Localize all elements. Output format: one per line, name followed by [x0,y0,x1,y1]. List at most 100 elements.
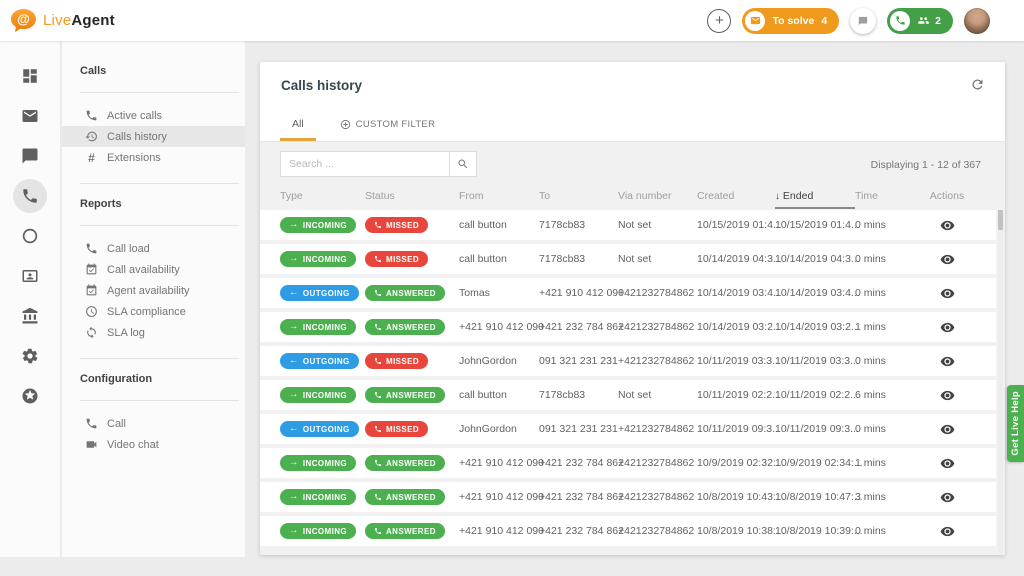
add-button[interactable]: + [707,8,732,33]
sidebar-item-label: Calls history [107,130,167,143]
outgoing-arrow-icon: ← [289,423,299,435]
table-row[interactable]: ← OUTGOING ANSWERED Tomas +421 910 412 090 +4… [260,278,996,308]
rail-item-contacts[interactable] [0,256,61,296]
phone-icon [85,109,98,122]
sidebar-item-call-availability[interactable]: Call availability [62,259,245,280]
sidebar-item-active-calls[interactable]: Active calls [62,105,245,126]
rail-item-chat[interactable] [0,136,61,176]
tab-custom-filter[interactable]: CUSTOM FILTER [328,110,448,141]
incoming-arrow-icon: → [289,219,299,231]
column-header-to[interactable]: To [539,187,618,209]
view-call-button[interactable] [940,320,955,335]
table-scrollbar[interactable] [998,210,1003,553]
cell-created: 10/11/2019 03:3... [697,355,781,367]
rail-item-dashboard[interactable] [0,56,61,96]
sidebar-item-extensions[interactable]: # Extensions [62,147,245,168]
rail-item-bank[interactable] [0,296,61,336]
mail-icon [13,99,47,133]
chats-button[interactable] [850,7,877,34]
view-call-button[interactable] [940,218,955,233]
to-solve-count: 4 [821,14,828,27]
calls-button[interactable]: 2 [887,7,953,34]
call-type-badge: → INCOMING [280,319,356,335]
rail-item-phone[interactable] [0,176,61,216]
sidebar-item-label: Call load [107,242,150,255]
sidebar-divider [80,225,239,226]
view-call-button[interactable] [940,354,955,369]
cell-from: +421 910 412 090 [459,321,544,333]
rail-item-star[interactable] [0,376,61,416]
sidebar-item-label: Active calls [107,109,163,122]
call-type-badge: → INCOMING [280,217,356,233]
bank-icon [13,299,47,333]
user-avatar[interactable] [964,7,990,34]
cell-created: 10/8/2019 10:38:... [697,525,785,537]
refresh-button[interactable] [970,77,985,92]
column-header-status[interactable]: Status [365,187,459,209]
phone-icon [85,417,98,430]
column-header-time[interactable]: Time [855,187,918,209]
cell-to: +421 232 784 862 [539,491,624,503]
cell-ended: 10/9/2019 02:34:... [775,457,863,469]
sidebar-section-title-reports: Reports [80,198,122,210]
cell-to: +421 910 412 090 [539,287,624,299]
table-row[interactable]: ← OUTGOING MISSED JohnGordon 091 321 231 231… [260,346,996,376]
rail-item-settings[interactable] [0,336,61,376]
topbar-controls: + To solve 4 2 [707,7,990,34]
view-call-button[interactable] [940,388,955,403]
table-row[interactable]: ← OUTGOING MISSED JohnGordon 091 321 231 231… [260,414,996,444]
table-row[interactable]: → INCOMING MISSED call button 7178cb83 Not se… [260,210,996,240]
sidebar-item-video-chat[interactable]: Video chat [62,434,245,455]
cell-created: 10/11/2019 02:2... [697,389,781,401]
cell-from: call button [459,219,507,231]
view-call-button[interactable] [940,490,955,505]
cell-time: 1 mins [855,457,886,469]
sidebar-item-label: Call [107,417,126,430]
sidebar-item-sla-log[interactable]: SLA log [62,322,245,343]
phone-icon [374,221,382,229]
sidebar-item-sla-compliance[interactable]: SLA compliance [62,301,245,322]
view-call-button[interactable] [940,422,955,437]
table-row[interactable]: → INCOMING ANSWERED +421 910 412 090 +421 23… [260,516,996,546]
sidebar-item-label: SLA log [107,326,145,339]
cell-created: 10/14/2019 03:2... [697,321,782,333]
view-call-button[interactable] [940,286,955,301]
search-button[interactable] [450,151,477,177]
table-row[interactable]: → INCOMING ANSWERED +421 910 412 090 +421 23… [260,312,996,342]
column-header-from[interactable]: From [459,187,539,209]
cell-to: +421 232 784 862 [539,457,624,469]
column-header-created[interactable]: Created [697,187,775,209]
scrollbar-thumb[interactable] [998,210,1003,230]
cell-to: 091 321 231 231 [539,355,618,367]
search-input[interactable] [280,151,450,177]
view-call-button[interactable] [940,524,955,539]
column-header-type[interactable]: Type [280,187,365,209]
hash-icon: # [88,150,95,165]
svg-text:@: @ [17,12,30,27]
view-call-button[interactable] [940,252,955,267]
tab-all[interactable]: All [280,110,316,141]
incoming-arrow-icon: → [289,253,299,265]
to-solve-button[interactable]: To solve 4 [742,7,840,34]
get-live-help-button[interactable]: Get Live Help [1007,385,1024,462]
cell-created: 10/11/2019 09:3... [697,423,781,435]
column-header-ended[interactable]: ↓ Ended [775,187,855,209]
rail-item-mail[interactable] [0,96,61,136]
cell-ended: 10/14/2019 03:2... [775,321,860,333]
table-row[interactable]: → INCOMING ANSWERED +421 910 412 090 +421 23… [260,482,996,512]
table-row[interactable]: → INCOMING ANSWERED +421 910 412 090 +421 23… [260,448,996,478]
calendar-icon [85,284,98,297]
table-row[interactable]: → INCOMING ANSWERED call button 7178cb83 Not … [260,380,996,410]
history-icon [85,130,98,143]
column-header-via-number[interactable]: Via number [618,187,697,209]
sidebar-item-call[interactable]: Call [62,413,245,434]
view-call-button[interactable] [940,456,955,471]
sidebar-item-calls-history[interactable]: Calls history [62,126,245,147]
column-header-actions[interactable]: Actions [918,187,976,209]
table-row[interactable]: → INCOMING MISSED call button 7178cb83 Not se… [260,244,996,274]
cell-ended: 10/11/2019 03:3... [775,355,859,367]
rail-item-ring[interactable] [0,216,61,256]
cell-time: 0 mins [855,287,886,299]
sidebar-item-call-load[interactable]: Call load [62,238,245,259]
sidebar-item-agent-availability[interactable]: Agent availability [62,280,245,301]
